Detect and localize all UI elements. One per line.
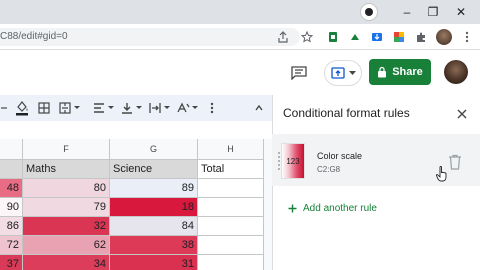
rule-preview-swatch: 123 [281, 143, 305, 179]
cell-g4[interactable]: 84 [110, 217, 198, 236]
close-window-button[interactable]: ✕ [452, 3, 470, 21]
text-rotation-icon[interactable] [176, 99, 200, 117]
column-header-g[interactable]: G [110, 139, 198, 160]
horizontal-align-icon[interactable] [92, 99, 116, 117]
cell-f2[interactable]: 80 [23, 179, 110, 198]
close-icon[interactable] [454, 106, 470, 122]
chevron-down-icon [348, 70, 356, 75]
more-options-icon[interactable] [206, 99, 218, 117]
strikethrough-icon[interactable] [0, 99, 8, 117]
cell-e1[interactable] [0, 160, 23, 179]
address-bar-url: C88/edit#gid=0 [0, 31, 68, 42]
column-header-f[interactable]: F [23, 139, 110, 160]
share-button[interactable]: Share [369, 59, 431, 85]
cell-h6[interactable] [198, 255, 264, 270]
formula-bar-area [0, 121, 272, 139]
hand-cursor-icon [436, 166, 448, 182]
merge-cells-icon[interactable] [58, 99, 82, 117]
vertical-align-icon[interactable] [120, 99, 144, 117]
extensions-puzzle-icon[interactable] [414, 30, 428, 44]
present-icon [330, 67, 345, 79]
share-page-icon[interactable] [276, 30, 290, 44]
download-extension-icon[interactable] [370, 30, 384, 44]
cell-h1[interactable]: Total [198, 160, 264, 179]
cell-e2[interactable]: 48 [0, 179, 23, 198]
delete-rule-icon[interactable] [448, 154, 462, 170]
account-avatar[interactable] [444, 60, 468, 84]
cell-g6[interactable]: 31 [110, 255, 198, 270]
add-another-rule-button[interactable]: Add another rule [288, 203, 377, 214]
rule-preview-text: 123 [286, 156, 300, 166]
cell-e5[interactable]: 72 [0, 236, 23, 255]
plus-icon [288, 204, 297, 213]
rule-range: C2:G8 [317, 165, 341, 174]
collapse-toolbar-icon[interactable] [252, 99, 266, 117]
cell-e4[interactable]: 86 [0, 217, 23, 236]
browser-menu-icon[interactable] [460, 30, 474, 44]
bookmark-star-icon[interactable] [300, 30, 314, 44]
color-extension-icon[interactable] [392, 30, 406, 44]
cell-f3[interactable]: 79 [23, 198, 110, 217]
sheets-extension-icon[interactable] [326, 30, 340, 44]
column-header-e[interactable] [0, 139, 23, 160]
cell-g5[interactable]: 38 [110, 236, 198, 255]
cell-g1[interactable]: Science [110, 160, 198, 179]
cell-h5[interactable] [198, 236, 264, 255]
cell-h4[interactable] [198, 217, 264, 236]
media-playing-icon[interactable] [360, 3, 378, 21]
text-wrapping-icon[interactable] [148, 99, 172, 117]
cell-g2[interactable]: 89 [110, 179, 198, 198]
cell-e3[interactable]: 90 [0, 198, 23, 217]
rule-name: Color scale [317, 151, 363, 161]
minimize-button[interactable]: – [398, 3, 416, 21]
column-header-h[interactable]: H [198, 139, 264, 160]
maximize-button[interactable]: ❐ [424, 3, 442, 21]
cell-f5[interactable]: 62 [23, 236, 110, 255]
fill-color-icon[interactable] [14, 99, 30, 117]
panel-title: Conditional format rules [283, 106, 410, 120]
present-button[interactable] [324, 60, 362, 86]
grid-scroll-gutter[interactable] [264, 139, 272, 270]
add-rule-label: Add another rule [303, 203, 377, 214]
feedly-extension-icon[interactable] [348, 30, 362, 44]
cell-f6[interactable]: 34 [23, 255, 110, 270]
borders-icon[interactable] [36, 99, 52, 117]
profile-avatar-small[interactable] [436, 29, 452, 45]
cell-f1[interactable]: Maths [23, 160, 110, 179]
cell-h3[interactable] [198, 198, 264, 217]
share-label: Share [392, 66, 423, 78]
cell-h2[interactable] [198, 179, 264, 198]
cell-e6[interactable]: 37 [0, 255, 23, 270]
comment-history-icon[interactable] [288, 62, 310, 84]
cell-f4[interactable]: 32 [23, 217, 110, 236]
cell-g3[interactable]: 18 [110, 198, 198, 217]
lock-icon [378, 66, 387, 78]
